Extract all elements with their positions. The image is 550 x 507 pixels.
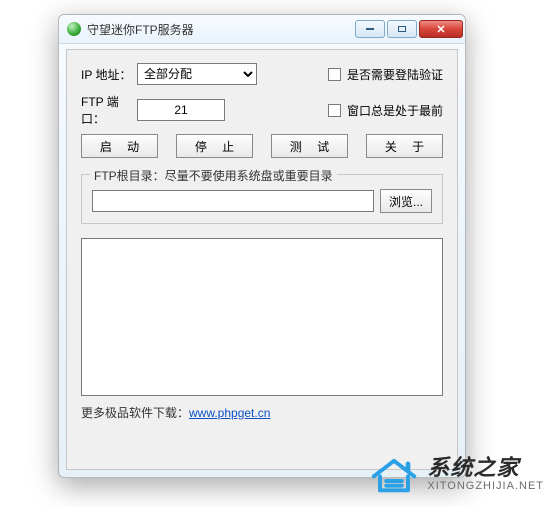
login-required-checkbox[interactable] xyxy=(328,68,341,81)
footer-prefix: 更多极品软件下载： xyxy=(81,406,189,420)
app-window: 守望迷你FTP服务器 IP 地址： 全部分配 是否需要登陆验证 FTP 端口： xyxy=(58,14,466,478)
app-icon xyxy=(67,22,81,36)
port-input[interactable] xyxy=(137,99,225,121)
test-button[interactable]: 测 试 xyxy=(271,134,348,158)
stop-button[interactable]: 停 止 xyxy=(176,134,253,158)
browse-button[interactable]: 浏览... xyxy=(380,189,432,213)
watermark-en: XITONGZHIJIA.NET xyxy=(427,480,544,492)
rootdir-legend: FTP根目录：尽量不要使用系统盘或重要目录 xyxy=(90,167,337,184)
start-button[interactable]: 启 动 xyxy=(81,134,158,158)
maximize-button[interactable] xyxy=(387,20,417,38)
titlebar[interactable]: 守望迷你FTP服务器 xyxy=(59,15,465,44)
ip-label: IP 地址： xyxy=(81,66,137,83)
about-button[interactable]: 关 于 xyxy=(366,134,443,158)
footer-link[interactable]: www.phpget.cn xyxy=(189,406,270,420)
login-required-label: 是否需要登陆验证 xyxy=(347,66,443,83)
ip-select[interactable]: 全部分配 xyxy=(137,63,257,85)
rootdir-group: FTP根目录：尽量不要使用系统盘或重要目录 浏览... xyxy=(81,174,443,224)
client-area: IP 地址： 全部分配 是否需要登陆验证 FTP 端口： 窗口总是处于最前 xyxy=(66,49,458,470)
close-button[interactable] xyxy=(419,20,463,38)
topmost-label: 窗口总是处于最前 xyxy=(347,102,443,119)
window-title: 守望迷你FTP服务器 xyxy=(87,21,353,38)
log-textarea[interactable] xyxy=(81,238,443,396)
minimize-button[interactable] xyxy=(355,20,385,38)
topmost-checkbox[interactable] xyxy=(328,104,341,117)
rootdir-input[interactable] xyxy=(92,190,374,212)
port-label: FTP 端口： xyxy=(81,93,137,127)
footer: 更多极品软件下载：www.phpget.cn xyxy=(81,404,443,421)
